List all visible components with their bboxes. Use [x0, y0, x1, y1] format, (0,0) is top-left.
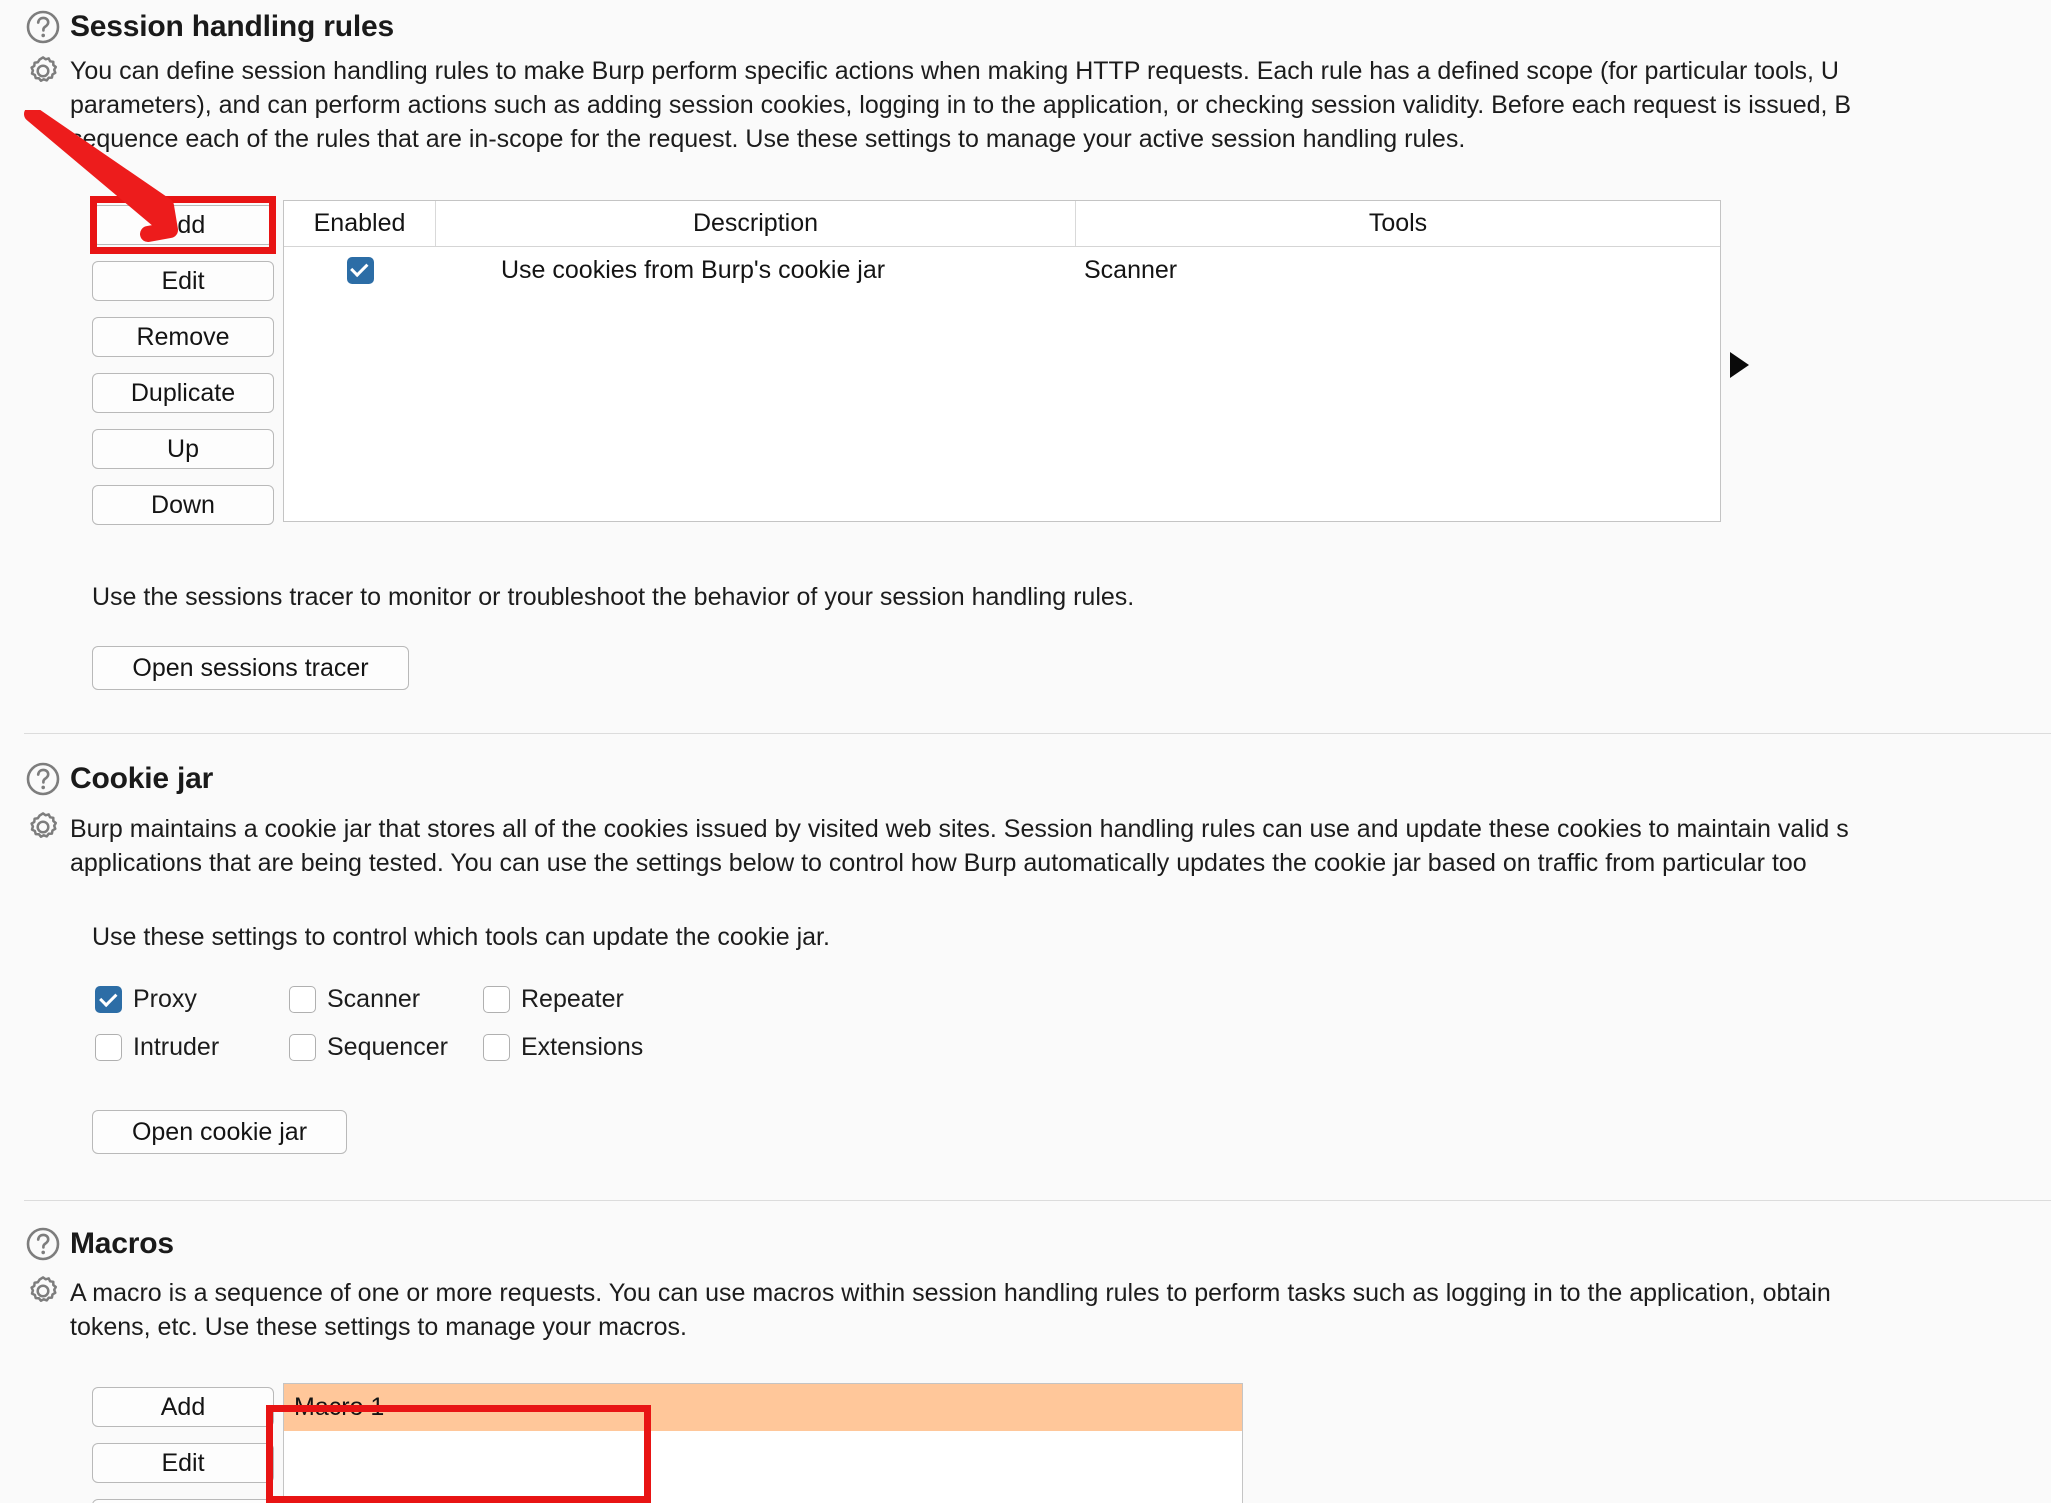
column-header-tools[interactable]: Tools — [1076, 201, 1720, 246]
session-handling-gear-icon[interactable] — [24, 52, 62, 90]
checkbox-scanner[interactable]: Scanner — [289, 985, 483, 1014]
section-divider-2 — [24, 1200, 2051, 1201]
macros-description: A macro is a sequence of one or more req… — [70, 1279, 1831, 1341]
rule-enabled-cell — [284, 247, 436, 293]
session-handling-title: Session handling rules — [70, 10, 395, 43]
checkbox-sequencer[interactable]: Sequencer — [289, 1033, 483, 1062]
session-rules-up-button[interactable]: Up — [92, 429, 274, 469]
column-header-description[interactable]: Description — [436, 201, 1076, 246]
session-rules-duplicate-button[interactable]: Duplicate — [92, 373, 274, 413]
session-rules-down-button[interactable]: Down — [92, 485, 274, 525]
cookie-jar-tools-intro: Use these settings to control which tool… — [92, 923, 830, 951]
session-rules-table-header: Enabled Description Tools — [284, 201, 1720, 247]
session-handling-help-icon[interactable] — [24, 8, 62, 46]
list-item[interactable]: Macro 1 — [284, 1384, 1242, 1431]
macros-remove-button[interactable] — [92, 1499, 274, 1503]
extensions-checkbox-box[interactable] — [483, 1034, 510, 1061]
cookie-jar-tool-checkboxes: Proxy Scanner Repeater Intruder Sequence… — [95, 985, 643, 1062]
section-divider-1 — [24, 733, 2051, 734]
intruder-checkbox-box[interactable] — [95, 1034, 122, 1061]
scanner-checkbox-box[interactable] — [289, 986, 316, 1013]
session-handling-description: You can define session handling rules to… — [70, 57, 1852, 153]
open-cookie-jar-button[interactable]: Open cookie jar — [92, 1110, 347, 1154]
sessions-tracer-text: Use the sessions tracer to monitor or tr… — [92, 583, 1135, 611]
cookie-jar-help-icon[interactable] — [24, 760, 62, 798]
proxy-checkbox-box[interactable] — [95, 986, 122, 1013]
checkbox-sequencer-label: Sequencer — [327, 1033, 448, 1061]
macros-add-button[interactable]: Add — [92, 1387, 274, 1427]
checkbox-proxy-label: Proxy — [133, 985, 197, 1013]
rule-enabled-checkbox[interactable] — [346, 256, 374, 284]
column-header-enabled[interactable]: Enabled — [284, 201, 436, 246]
session-rules-remove-button[interactable]: Remove — [92, 317, 274, 357]
checkbox-extensions[interactable]: Extensions — [483, 1033, 643, 1062]
triangle-right-icon[interactable] — [1730, 352, 1749, 378]
checkbox-intruder[interactable]: Intruder — [95, 1033, 289, 1062]
settings-page: Session handling rules You can define se… — [0, 0, 2051, 1503]
macros-help-icon[interactable] — [24, 1225, 62, 1263]
cookie-jar-description: Burp maintains a cookie jar that stores … — [70, 815, 1849, 877]
session-rules-edit-button[interactable]: Edit — [92, 261, 274, 301]
cookie-jar-title: Cookie jar — [70, 762, 214, 795]
checkbox-extensions-label: Extensions — [521, 1033, 644, 1061]
macros-edit-button[interactable]: Edit — [92, 1443, 274, 1483]
checkbox-intruder-label: Intruder — [133, 1033, 220, 1061]
macros-gear-icon[interactable] — [24, 1272, 62, 1310]
open-sessions-tracer-button[interactable]: Open sessions tracer — [92, 646, 409, 690]
checkbox-repeater[interactable]: Repeater — [483, 985, 643, 1014]
table-row[interactable]: Use cookies from Burp's cookie jar Scann… — [284, 247, 1720, 293]
rule-tools-cell: Scanner — [1084, 255, 1178, 284]
cookie-jar-gear-icon[interactable] — [24, 808, 62, 846]
macros-title: Macros — [70, 1227, 174, 1260]
repeater-checkbox-box[interactable] — [483, 986, 510, 1013]
checkbox-scanner-label: Scanner — [327, 985, 421, 1013]
sequencer-checkbox-box[interactable] — [289, 1034, 316, 1061]
session-rules-button-group: Add Edit Remove Duplicate Up Down — [92, 205, 274, 525]
rule-description-cell: Use cookies from Burp's cookie jar — [501, 255, 886, 284]
macro-item-label: Macro 1 — [294, 1393, 385, 1421]
checkbox-proxy[interactable]: Proxy — [95, 985, 289, 1014]
session-rules-add-button[interactable]: Add — [92, 205, 274, 245]
macros-button-group: Add Edit — [92, 1387, 274, 1503]
macros-list[interactable]: Macro 1 — [283, 1383, 1243, 1503]
checkbox-repeater-label: Repeater — [521, 985, 624, 1013]
session-rules-table[interactable]: Enabled Description Tools Use cookies fr… — [283, 200, 1721, 522]
